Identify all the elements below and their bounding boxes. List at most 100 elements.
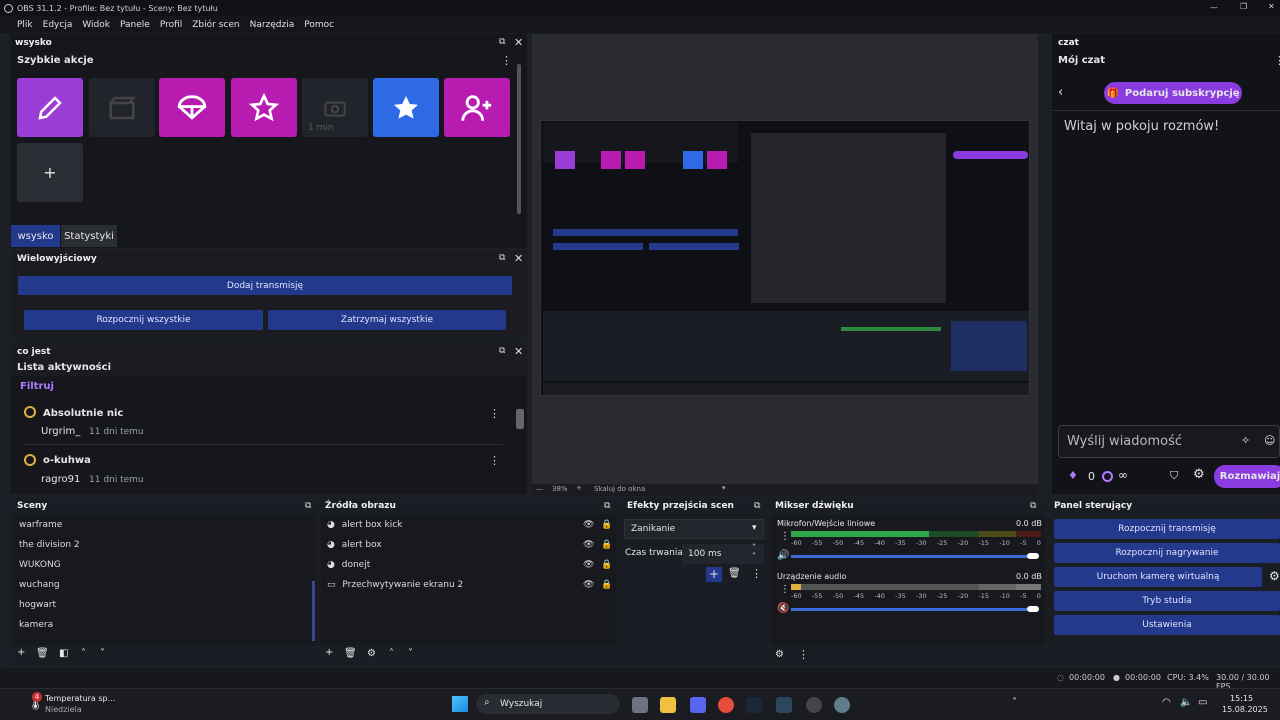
menu-view[interactable]: Widok (82, 20, 110, 30)
gift-subscription-button[interactable]: 🎁 Podaruj subskrypcję (1104, 82, 1242, 104)
zoom-in-icon[interactable]: + (576, 484, 582, 492)
star-filled-action-button[interactable] (373, 78, 439, 137)
add-user-action-button[interactable] (444, 78, 510, 137)
add-source-icon[interactable]: + (325, 647, 333, 658)
windows-start-icon[interactable] (452, 696, 468, 712)
eye-icon[interactable]: 👁 (583, 520, 594, 530)
lock-icon[interactable]: 🔒 (601, 540, 612, 550)
delete-scene-icon[interactable]: 🗑 (36, 648, 49, 659)
lock-icon[interactable]: 🔒 (601, 580, 612, 590)
eye-icon[interactable]: 👁 (583, 580, 594, 590)
clock-date[interactable]: 15.08.2025 (1222, 705, 1268, 714)
close-dock-icon[interactable]: ✕ (514, 252, 523, 265)
start-stream-button[interactable]: Rozpocznij transmisję (1054, 519, 1280, 539)
steam-icon[interactable] (746, 697, 762, 713)
emoji-icon[interactable]: ☺ (1264, 434, 1275, 447)
undock-icon[interactable]: ⧉ (499, 37, 505, 47)
delete-source-icon[interactable]: 🗑 (344, 648, 357, 659)
shield-icon[interactable]: ⛉ (1170, 469, 1178, 483)
maximize-icon[interactable]: ❐ (1240, 2, 1247, 11)
back-icon[interactable]: ‹ (1058, 85, 1063, 100)
edit-action-button[interactable] (17, 78, 83, 137)
steam-icon[interactable] (776, 697, 792, 713)
undock-icon[interactable]: ⧉ (305, 501, 311, 511)
speaker-icon[interactable]: 🔊 (777, 550, 789, 561)
menu-scene-collection[interactable]: Zbiór scen (192, 20, 239, 30)
zoom-out-icon[interactable]: — (536, 485, 543, 493)
source-item[interactable]: ◕ alert box kick 👁 🔒 (327, 520, 617, 530)
close-dock-icon[interactable]: ✕ (514, 36, 523, 49)
move-down-icon[interactable]: ˅ (408, 648, 413, 659)
studio-mode-button[interactable]: Tryb studia (1054, 591, 1280, 611)
battery-icon[interactable]: ▭ (1198, 697, 1207, 708)
preview-area[interactable] (532, 34, 1038, 484)
menu-docks[interactable]: Panele (120, 20, 150, 30)
virtual-camera-settings-icon[interactable]: ⚙ (1269, 569, 1280, 583)
tab-statistics[interactable]: Statystyki (61, 225, 117, 247)
filter-scene-icon[interactable]: ◧ (59, 648, 68, 659)
add-transition-icon[interactable]: + (706, 567, 722, 582)
undock-icon[interactable]: ⧉ (499, 253, 505, 263)
channel-menu-icon[interactable]: ⋮ (780, 584, 790, 595)
undock-icon[interactable]: ⧉ (499, 346, 505, 356)
minimize-icon[interactable]: — (1210, 3, 1218, 12)
chat-send-button[interactable]: Rozmawiaj (1214, 465, 1280, 488)
sparkle-icon[interactable]: ✧ (1241, 434, 1250, 447)
close-icon[interactable]: ✕ (1268, 2, 1275, 11)
lock-icon[interactable]: 🔒 (601, 520, 612, 530)
item-menu-icon[interactable]: ⋮ (489, 454, 500, 467)
scene-item[interactable]: hogwart (19, 600, 56, 610)
scrollbar[interactable] (312, 581, 315, 641)
start-virtual-camera-button[interactable]: Uruchom kamerę wirtualną (1054, 567, 1262, 587)
mixer-more-icon[interactable]: ⋮ (798, 648, 809, 661)
move-down-icon[interactable]: ˅ (100, 648, 105, 659)
scene-item[interactable]: warframe (19, 520, 62, 530)
star-outline-action-button[interactable] (231, 78, 297, 137)
list-item[interactable]: Absolutnie nic Urgrim_ 11 dni temu ⋮ (11, 402, 511, 444)
volume-slider[interactable] (791, 555, 1035, 558)
chevron-down-icon[interactable]: ▾ (722, 484, 726, 492)
undock-icon[interactable]: ⧉ (604, 501, 610, 511)
settings-button[interactable]: Ustawienia (1054, 615, 1280, 635)
chrome-icon[interactable] (718, 697, 734, 713)
menu-edit[interactable]: Edycja (43, 20, 73, 30)
tray-chevron-icon[interactable]: ˄ (1012, 697, 1017, 708)
channel-menu-icon[interactable]: ⋮ (780, 531, 790, 542)
eye-icon[interactable]: 👁 (583, 560, 594, 570)
add-action-button[interactable]: + (17, 143, 83, 202)
transition-select[interactable]: Zanikanie ▾ (624, 519, 764, 539)
source-item[interactable]: ▭ Przechwytywanie ekranu 2 👁 🔒 (327, 580, 617, 590)
taskbar-search[interactable]: ⌕ Wyszukaj (476, 694, 620, 714)
start-recording-button[interactable]: Rozpocznij nagrywanie (1054, 543, 1280, 563)
mixer-settings-icon[interactable]: ⚙ (775, 649, 784, 660)
weather-title[interactable]: Temperatura sp... (45, 694, 115, 703)
spin-up-icon[interactable]: ˄ (752, 543, 756, 552)
add-stream-button[interactable]: Dodaj transmisję (18, 276, 512, 295)
clapper-action-button[interactable] (89, 78, 155, 137)
duration-spinbox[interactable]: 100 ms ˄ ˅ (682, 543, 764, 564)
close-dock-icon[interactable]: ✕ (514, 345, 523, 358)
undock-icon[interactable]: ⧉ (754, 501, 760, 511)
eye-icon[interactable]: 👁 (583, 540, 594, 550)
volume-slider[interactable] (791, 608, 1035, 611)
more-options-icon[interactable]: ⋮ (501, 54, 512, 67)
wifi-icon[interactable]: ◠ (1162, 697, 1171, 708)
chat-input[interactable]: Wyślij wiadomość ✧ ☺ (1058, 425, 1280, 458)
filter-link[interactable]: Filtruj (20, 381, 54, 392)
add-scene-icon[interactable]: + (17, 647, 25, 658)
transition-more-icon[interactable]: ⋮ (751, 567, 762, 580)
source-settings-icon[interactable]: ⚙ (367, 648, 376, 659)
scene-item[interactable]: wuchang (19, 580, 60, 590)
scene-item[interactable]: the division 2 (19, 540, 80, 550)
move-up-icon[interactable]: ˄ (81, 648, 86, 659)
source-item[interactable]: ◕ alert box 👁 🔒 (327, 540, 617, 550)
scene-item[interactable]: WUKONG (19, 560, 61, 570)
move-up-icon[interactable]: ˄ (389, 648, 394, 659)
parachute-action-button[interactable] (159, 78, 225, 137)
source-item[interactable]: ◕ donejt 👁 🔒 (327, 560, 617, 570)
settings-gear-icon[interactable]: ⚙ (1193, 467, 1205, 482)
more-options-icon[interactable]: ⋮ (1274, 54, 1280, 67)
volume-icon[interactable]: 🔈 (1180, 697, 1192, 708)
settings-app-icon[interactable] (834, 697, 850, 713)
task-view-icon[interactable] (632, 697, 648, 713)
